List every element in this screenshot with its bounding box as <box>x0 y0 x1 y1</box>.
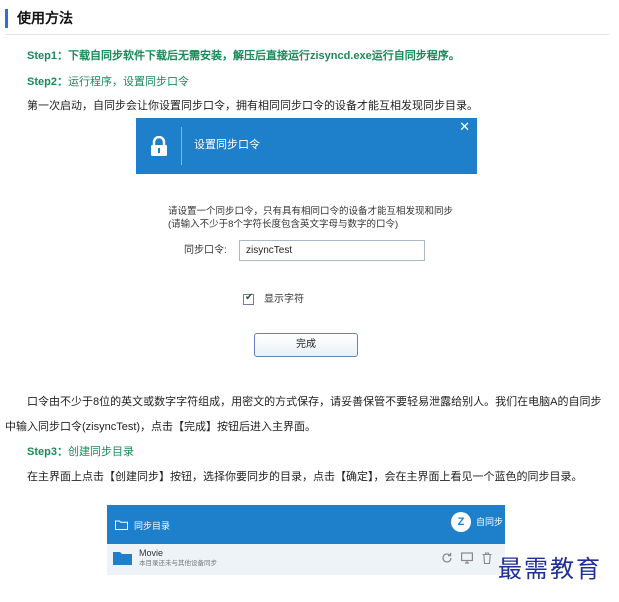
section-title: 使用方法 <box>5 9 619 28</box>
step3-text: 创建同步目录 <box>67 446 134 458</box>
show-chars-label: 显示字符 <box>264 294 304 305</box>
brand-name: 自同步 <box>476 517 504 527</box>
paragraph-password-line1: 口令由不少于8位的英文或数字字符组成，用密文的方式保存，请妥善保管不要轻易泄露给… <box>27 396 602 408</box>
header-separator <box>181 127 182 165</box>
folder-icon <box>113 552 132 565</box>
folder-status: 本目录还未与其他设备同步 <box>139 560 217 567</box>
paragraph-password-line2: 中输入同步口令(zisyncTest)，点击【完成】按钮后进入主界面。 <box>5 421 317 433</box>
done-button[interactable]: 完成 <box>254 333 358 357</box>
password-input[interactable] <box>239 240 425 261</box>
dialog-header: 设置同步口令 ✕ <box>136 118 477 174</box>
main-window-header: 同步目录 Z 自同步 <box>107 505 505 544</box>
tab-sync-dirs[interactable]: 同步目录 <box>134 520 170 532</box>
step2-line: Step2：运行程序，设置同步口令 <box>27 75 189 89</box>
checkmark-icon: ✔ <box>245 292 254 303</box>
step2-text: 运行程序，设置同步口令 <box>67 76 189 88</box>
watermark: 最需教育 <box>498 555 602 583</box>
section-divider <box>5 34 609 35</box>
trash-icon[interactable] <box>481 552 493 564</box>
folder-name: Movie <box>139 548 164 558</box>
paragraph-create: 在主界面上点击【创建同步】按钮，选择你要同步的目录，点击【确定】，会在主界面上看… <box>27 471 583 483</box>
step1-text: Step1：下载自同步软件下载后无需安装，解压后直接运行zisyncd.exe运… <box>27 50 460 62</box>
folder-icon <box>115 520 128 530</box>
logo-letter: Z <box>457 516 465 528</box>
brand-logo: Z <box>451 512 471 532</box>
paragraph-intro: 第一次启动，自同步会让你设置同步口令，拥有相同同步口令的设备才能互相发现同步目录… <box>27 100 478 112</box>
monitor-icon[interactable] <box>461 552 473 564</box>
password-label: 同步口令: <box>184 245 227 256</box>
lock-icon <box>151 136 167 156</box>
dialog-title: 设置同步口令 <box>194 139 260 151</box>
show-chars-checkbox[interactable]: ✔ <box>243 292 254 305</box>
close-icon[interactable]: ✕ <box>459 120 470 134</box>
sync-icon[interactable] <box>441 552 453 564</box>
step3-line: Step3：创建同步目录 <box>27 445 134 459</box>
step3-label: Step3： <box>27 446 68 458</box>
list-item[interactable]: Movie 本目录还未与其他设备同步 <box>107 544 505 575</box>
dialog-hint: (请输入不少于8个字符长度包含英文字母与数字的口令) <box>168 219 399 230</box>
dialog-instruction: 请设置一个同步口令，只有具有相同口令的设备才能互相发现和同步 <box>168 206 454 217</box>
step2-label: Step2： <box>27 76 68 88</box>
